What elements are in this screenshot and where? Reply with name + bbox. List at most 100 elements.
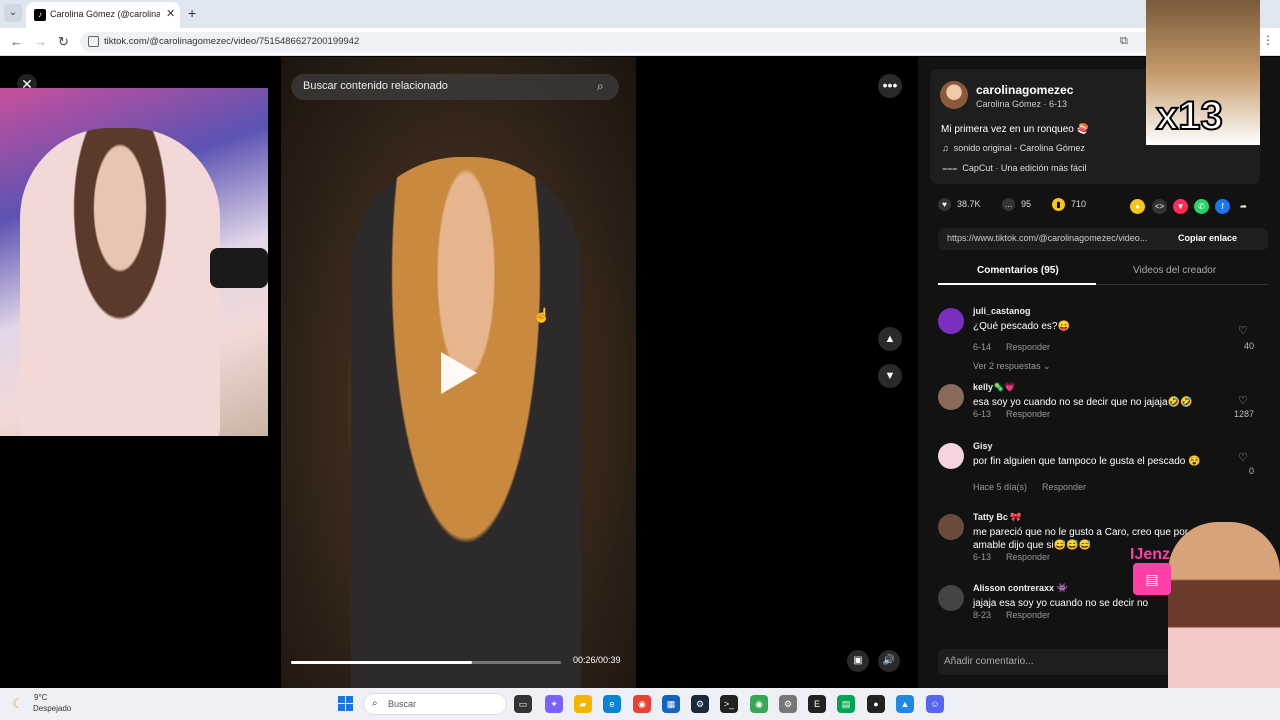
comment-date: Hace 5 día(s) xyxy=(973,482,1028,492)
comment-user[interactable]: Gisy xyxy=(973,441,993,451)
cast-icon[interactable]: ⧉ xyxy=(1120,35,1128,48)
windows-start-icon[interactable] xyxy=(338,696,353,711)
forward-icon[interactable]: → xyxy=(34,34,47,49)
chrome-profile-icon[interactable]: ◉ xyxy=(750,695,768,713)
comment-text: esa soy yo cuando no se decir que no jaj… xyxy=(973,397,1193,408)
reply-button[interactable]: Responder xyxy=(1042,482,1086,492)
comment-user[interactable]: Tatty Bc 🎀 xyxy=(973,512,1022,523)
comment-date: 6-13 xyxy=(973,552,992,562)
video-link[interactable]: https://www.tiktok.com/@carolinagomezec/… xyxy=(947,233,1169,243)
sound-label: sonido original - Carolina Gómez xyxy=(953,143,1085,153)
photos-icon[interactable]: ▲ xyxy=(896,695,914,713)
reply-button[interactable]: Responder xyxy=(1006,409,1050,419)
previous-video-icon[interactable]: ▲ xyxy=(878,327,902,351)
tab-close-icon[interactable]: ✕ xyxy=(166,7,175,20)
reply-button[interactable]: Responder xyxy=(1006,552,1050,562)
capcut-line[interactable]: ⩶ CapCut · Una edición más fácil xyxy=(942,163,1086,174)
copy-link-button[interactable]: Copiar enlace xyxy=(1178,233,1237,243)
discord-icon[interactable]: ☺ xyxy=(926,695,944,713)
avatar[interactable] xyxy=(938,308,964,334)
avatar[interactable] xyxy=(938,384,964,410)
creator-username[interactable]: carolinagomezec xyxy=(976,83,1073,97)
edge-icon[interactable]: e xyxy=(603,695,621,713)
avatar[interactable] xyxy=(938,514,964,540)
video-player[interactable]: Buscar contenido relacionado ⌕ ☝ 00:26/0… xyxy=(281,57,636,688)
new-tab-icon[interactable]: + xyxy=(188,5,196,21)
more-options-icon[interactable]: ••• xyxy=(878,74,902,98)
creator-display-line: Carolina Gómez · 6-13 xyxy=(976,99,1068,109)
mouse-cursor-icon: ☝ xyxy=(533,307,551,323)
address-url[interactable]: tiktok.com/@carolinagomezec/video/751548… xyxy=(104,36,359,47)
browser-menu-icon[interactable]: ⋮ xyxy=(1262,33,1274,47)
comment-likes: 0 xyxy=(1248,466,1254,476)
vtuber-avatar-overlay xyxy=(1168,522,1280,712)
reply-button[interactable]: Responder xyxy=(1006,342,1050,352)
panel-tabs: Comentarios (95) Videos del creador xyxy=(938,261,1268,285)
heart-icon[interactable]: ♡ xyxy=(1238,324,1248,337)
capcut-label: CapCut · Una edición más fácil xyxy=(962,163,1087,173)
terminal-icon[interactable]: >_ xyxy=(720,695,738,713)
facebook-icon[interactable]: f xyxy=(1215,199,1230,214)
streamer-webcam xyxy=(0,88,268,436)
comment-date: 6-14 xyxy=(973,342,992,352)
webcam-person xyxy=(20,128,220,436)
heart-icon[interactable]: ♡ xyxy=(1238,451,1248,464)
weather-description[interactable]: Despejado xyxy=(33,704,71,713)
search-icon[interactable]: ⌕ xyxy=(597,79,604,94)
weather-temperature[interactable]: 9°C xyxy=(34,693,47,702)
comment-user[interactable]: Alisson contreraxx 👾 xyxy=(973,583,1068,594)
tab-comments[interactable]: Comentarios (95) xyxy=(977,265,1059,276)
comment-user[interactable]: kelly🦠💗 xyxy=(973,382,1015,393)
next-video-icon[interactable]: ▼ xyxy=(878,364,902,388)
search-icon: ⌕ xyxy=(372,698,378,709)
weather-moon-icon[interactable]: ☾ xyxy=(12,696,24,712)
epic-games-icon[interactable]: E xyxy=(808,695,826,713)
video-progress-bar[interactable] xyxy=(291,661,561,664)
volume-icon[interactable]: 🔊 xyxy=(878,650,900,672)
copilot-icon[interactable]: ✦ xyxy=(545,695,563,713)
like-stat[interactable]: ♥ 38.7K xyxy=(938,198,981,211)
avatar[interactable] xyxy=(938,585,964,611)
whatsapp-icon[interactable]: ✆ xyxy=(1194,199,1209,214)
avatar[interactable] xyxy=(938,443,964,469)
creator-avatar[interactable] xyxy=(940,81,968,109)
send-icon[interactable]: ▼ xyxy=(1173,199,1188,214)
reply-button[interactable]: Responder xyxy=(1006,610,1050,620)
settings-icon[interactable]: ⚙ xyxy=(779,695,797,713)
obs-icon[interactable]: ● xyxy=(867,695,885,713)
pip-icon[interactable]: ▣ xyxy=(847,650,869,672)
view-replies-button[interactable]: Ver 2 respuestas ⌄ xyxy=(973,361,1051,372)
share-icon[interactable]: ➦ xyxy=(1236,199,1251,214)
comment-likes: 1287 xyxy=(1233,409,1254,419)
sound-line[interactable]: ♫ sonido original - Carolina Gómez xyxy=(942,143,1085,153)
steam-icon[interactable]: ⚙ xyxy=(691,695,709,713)
heart-icon: ♥ xyxy=(938,198,951,211)
store-icon[interactable]: ▦ xyxy=(662,695,680,713)
comment-stat[interactable]: … 95 xyxy=(1002,198,1031,211)
spreadsheet-icon[interactable]: ▤ xyxy=(837,695,855,713)
coin-icon[interactable]: ● xyxy=(1130,199,1145,214)
like-count: 38.7K xyxy=(957,198,981,209)
reload-icon[interactable]: ↻ xyxy=(58,34,69,50)
video-progress-fill xyxy=(291,661,472,664)
play-icon[interactable] xyxy=(441,352,477,394)
tiktok-favicon-icon: ♪ xyxy=(34,9,46,21)
embed-icon[interactable]: <> xyxy=(1152,199,1167,214)
taskbar-search[interactable]: ⌕ Buscar xyxy=(363,693,507,715)
comment-date: 6-13 xyxy=(973,409,992,419)
site-info-icon[interactable] xyxy=(88,36,99,47)
microphone xyxy=(210,248,268,288)
file-explorer-icon[interactable]: ▰ xyxy=(574,695,592,713)
tab-search-icon[interactable]: ⌄ xyxy=(4,4,22,22)
browser-tab[interactable]: ♪ Carolina Gómez (@carolinagomezec) ✕ xyxy=(26,2,180,28)
heart-icon[interactable]: ♡ xyxy=(1238,394,1248,407)
task-view-icon[interactable]: ▭ xyxy=(514,695,532,713)
address-bar[interactable]: tiktok.com/@carolinagomezec/video/751548… xyxy=(80,32,1160,52)
related-search-input[interactable]: Buscar contenido relacionado ⌕ xyxy=(291,74,619,100)
save-stat[interactable]: ▮ 710 xyxy=(1052,198,1086,211)
back-icon[interactable]: ← xyxy=(10,34,23,49)
tab-creator-videos[interactable]: Videos del creador xyxy=(1133,265,1216,276)
chrome-icon[interactable]: ◉ xyxy=(633,695,651,713)
streamer-tag: IJenz xyxy=(1130,546,1171,563)
comment-user[interactable]: juli_castanog xyxy=(973,306,1031,316)
